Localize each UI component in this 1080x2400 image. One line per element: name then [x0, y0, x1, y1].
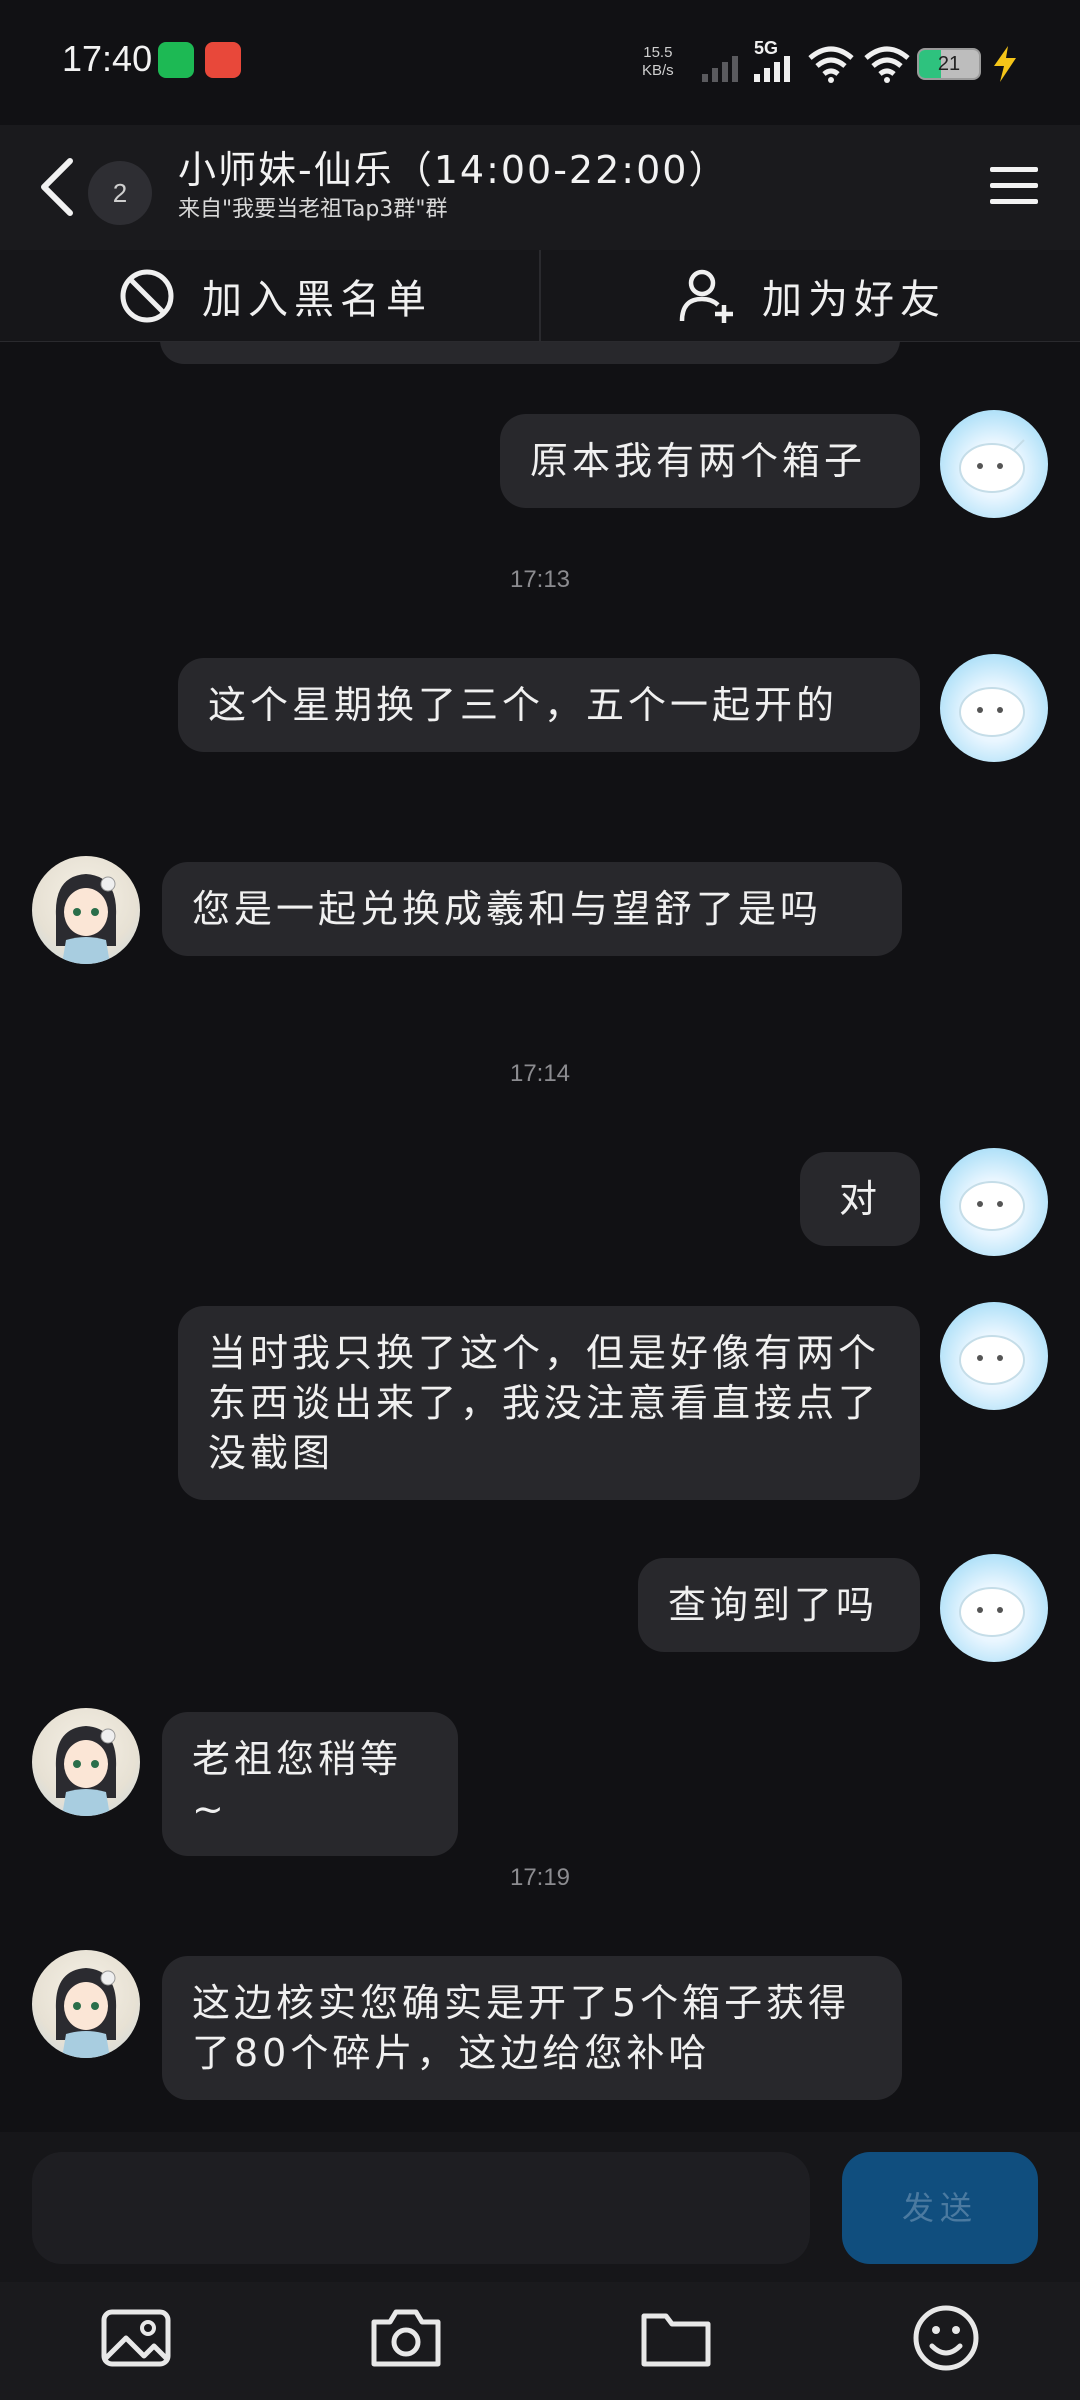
net-speed-value: 15.5	[643, 44, 673, 61]
message-bubble[interactable]: 这个星期换了三个，五个一起开的	[178, 658, 920, 752]
folder-icon[interactable]	[636, 2298, 716, 2378]
self-avatar-icon	[959, 687, 1025, 737]
agent-avatar[interactable]	[32, 1950, 140, 2058]
net-speed-unit: KB/s	[642, 62, 674, 79]
message-bubble[interactable]: 您是一起兑换成羲和与望舒了是吗	[162, 862, 902, 956]
battery-level: 21	[937, 53, 961, 75]
input-area: 发送	[0, 2132, 1080, 2282]
agent-avatar-icon	[55, 1726, 117, 1816]
self-avatar-icon	[959, 1181, 1025, 1231]
self-avatar[interactable]	[940, 654, 1048, 762]
bottom-toolbar	[0, 2282, 1080, 2400]
self-avatar[interactable]	[940, 1302, 1048, 1410]
self-avatar-icon	[959, 1587, 1025, 1637]
chat-header: 2 小师妹-仙乐（14:00-22:00） 来自"我要当老祖Tap3群"群	[0, 125, 1080, 250]
agent-avatar[interactable]	[32, 856, 140, 964]
agent-avatar-icon	[55, 1968, 117, 2058]
unread-count-badge[interactable]: 2	[88, 161, 152, 225]
charging-bolt-icon	[994, 46, 1016, 82]
timestamp: 17:13	[509, 566, 571, 593]
status-bar: 17:40 15.5 KB/s 5G 21	[0, 0, 1080, 125]
add-friend-button[interactable]: 加为好友	[678, 250, 946, 342]
battery-indicator: 21	[917, 48, 981, 80]
action-bar: 加入黑名单 加为好友	[0, 250, 1080, 342]
emoji-icon[interactable]	[906, 2298, 986, 2378]
self-avatar-icon	[959, 439, 1025, 493]
shopping-app-icon	[205, 42, 241, 78]
back-arrow-icon[interactable]	[30, 147, 86, 227]
message-input[interactable]	[32, 2152, 810, 2264]
music-app-icon	[158, 42, 194, 78]
block-label: 加入黑名单	[202, 277, 432, 323]
message-bubble[interactable]: 这边核实您确实是开了5个箱子获得了80个碎片，这边给您补哈	[162, 1956, 902, 2100]
message-bubble[interactable]: 老祖您稍等~	[162, 1712, 458, 1856]
menu-icon[interactable]	[984, 155, 1044, 215]
block-icon	[120, 269, 174, 323]
status-clock: 17:40	[62, 38, 153, 79]
agent-avatar[interactable]	[32, 1708, 140, 1816]
chat-title: 小师妹-仙乐（14:00-22:00）	[178, 148, 729, 192]
agent-avatar-icon	[55, 874, 117, 964]
message-bubble[interactable]: 原本我有两个箱子	[500, 414, 920, 508]
wifi-2-icon	[864, 46, 910, 83]
camera-icon[interactable]	[366, 2298, 446, 2378]
message-bubble[interactable]: 对	[800, 1152, 920, 1246]
wifi-icon	[808, 46, 854, 83]
add-friend-label: 加为好友	[762, 277, 946, 323]
timestamp: 17:19	[509, 1864, 571, 1891]
self-avatar[interactable]	[940, 1148, 1048, 1256]
add-user-icon	[679, 269, 733, 323]
net-speed: 15.5 KB/s	[642, 44, 674, 80]
chat-subtitle: 来自"我要当老祖Tap3群"群	[178, 197, 448, 222]
signal-weak-icon	[702, 56, 738, 82]
block-button[interactable]: 加入黑名单	[118, 250, 432, 342]
signal-strong-icon	[754, 56, 790, 82]
message-list[interactable]: 原本我有两个箱子 17:13 这个星期换了三个，五个一起开的 您是一起兑换成羲和…	[0, 342, 1080, 2132]
self-avatar[interactable]	[940, 1554, 1048, 1662]
timestamp: 17:14	[509, 1060, 571, 1087]
send-button[interactable]: 发送	[842, 2152, 1038, 2264]
action-divider	[539, 250, 541, 342]
image-icon[interactable]	[96, 2298, 176, 2378]
self-avatar-icon	[959, 1335, 1025, 1385]
message-bubble-partial	[160, 342, 900, 364]
self-avatar[interactable]	[940, 410, 1048, 518]
message-bubble[interactable]: 当时我只换了这个，但是好像有两个东西谈出来了，我没注意看直接点了没截图	[178, 1306, 920, 1500]
message-bubble[interactable]: 查询到了吗	[638, 1558, 920, 1652]
